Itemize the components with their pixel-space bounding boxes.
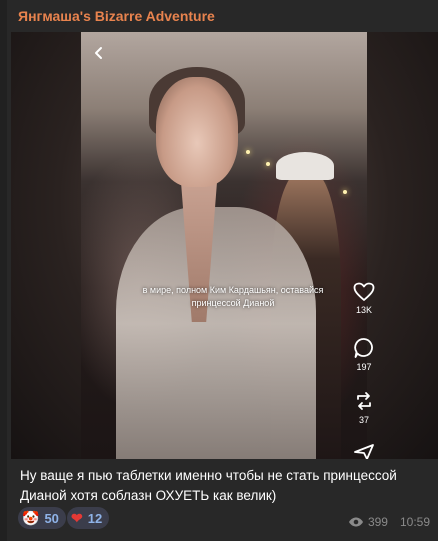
repost-arrows-icon bbox=[357, 392, 371, 410]
heart-icon: ❤ bbox=[71, 510, 83, 526]
reaction-heart[interactable]: ❤ 12 bbox=[67, 507, 110, 529]
like-count: 13K bbox=[355, 305, 372, 315]
sequin-dress bbox=[116, 207, 316, 459]
reaction-count: 12 bbox=[87, 510, 103, 526]
repost-count: 37 bbox=[358, 415, 369, 425]
channel-name[interactable]: Янгмаша's Bizarre Adventure bbox=[18, 8, 215, 24]
view-count: 399 bbox=[367, 515, 388, 529]
clown-face-icon: 🤡 bbox=[22, 510, 40, 526]
comment-count: 197 bbox=[356, 362, 372, 372]
message-time: 10:59 bbox=[399, 515, 430, 529]
heart-outline-icon bbox=[353, 282, 375, 301]
reaction-clown[interactable]: 🤡 50 bbox=[18, 507, 66, 529]
reaction-count: 50 bbox=[44, 510, 59, 526]
repost-action[interactable]: 37 bbox=[346, 390, 382, 425]
video-media[interactable]: в мире, полном Ким Кардашьян, оставайся … bbox=[11, 32, 438, 459]
video-overlay-text: в мире, полном Ким Кардашьян, оставайся … bbox=[142, 285, 324, 308]
face bbox=[156, 77, 238, 187]
background-person-cap bbox=[276, 152, 334, 180]
video-frame[interactable] bbox=[81, 32, 367, 459]
share-send-icon bbox=[354, 444, 374, 459]
eye-views-icon bbox=[348, 517, 363, 527]
like-action[interactable]: 13K bbox=[346, 282, 382, 315]
comment-action[interactable]: 197 bbox=[346, 337, 382, 372]
back-chevron-icon[interactable] bbox=[92, 46, 106, 60]
comment-bubble-icon bbox=[354, 338, 373, 358]
message-meta: 399 10:59 bbox=[348, 515, 430, 529]
share-action[interactable] bbox=[346, 444, 382, 459]
post-caption: Ну ваще я пью таблетки именно чтобы не с… bbox=[20, 468, 397, 503]
